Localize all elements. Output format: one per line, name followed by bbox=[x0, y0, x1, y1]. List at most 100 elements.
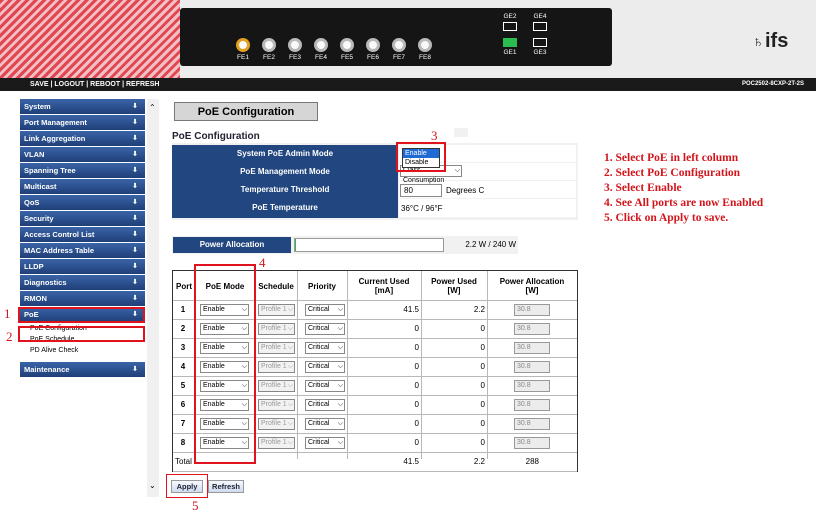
port-fe4: FE4 bbox=[312, 38, 330, 61]
power-used: 0 bbox=[480, 400, 485, 409]
chevron-down-icon: ⌵ bbox=[337, 344, 343, 351]
chevron-down-icon: ⬇ bbox=[132, 151, 138, 158]
chevron-down-icon: ⌵ bbox=[287, 420, 293, 427]
sidebar-item-lldp[interactable]: LLDP ⬇ bbox=[20, 259, 145, 275]
poe-temperature-value: 36°C / 96°F bbox=[401, 204, 443, 213]
poe-management-mode-label: PoE Management Mode bbox=[240, 167, 330, 176]
sfp-ge4: GE4 bbox=[530, 13, 550, 33]
instruction-line: 2. Select PoE Configuration bbox=[604, 167, 741, 179]
port-label: FE6 bbox=[367, 54, 379, 61]
chevron-down-icon: ⌵ bbox=[287, 382, 293, 389]
header-alloc: Power Allocation [W] bbox=[499, 277, 565, 295]
current-used: 0 bbox=[414, 381, 419, 390]
sfp-ge2: GE2 bbox=[500, 13, 520, 33]
sidebar-item-spanning-tree[interactable]: Spanning Tree ⬇ bbox=[20, 163, 145, 179]
annotation-4: 4 bbox=[259, 255, 266, 270]
admin-mode-option-enable[interactable]: Enable bbox=[403, 149, 439, 158]
row-divider bbox=[173, 471, 577, 472]
annotation-3: 3 bbox=[431, 128, 438, 143]
power-used: 0 bbox=[480, 343, 485, 352]
port-fe3: FE3 bbox=[286, 38, 304, 61]
sidebar-item-label: MAC Address Table bbox=[24, 246, 95, 255]
total-allocation: 288 bbox=[525, 457, 539, 466]
priority-value: Critical bbox=[308, 401, 330, 408]
chevron-down-icon: ⬇ bbox=[132, 199, 138, 206]
system-admin-mode-label: System PoE Admin Mode bbox=[236, 149, 334, 158]
priority-select[interactable]: Critical ⌵ bbox=[305, 380, 345, 392]
sidebar-item-diagnostics[interactable]: Diagnostics ⬇ bbox=[20, 275, 145, 291]
power-used: 0 bbox=[480, 381, 485, 390]
chevron-down-icon: ⌵ bbox=[287, 363, 293, 370]
rj45-port-icon bbox=[340, 38, 354, 52]
rj45-port-icon bbox=[288, 38, 302, 52]
highlight-poe-mode-column bbox=[194, 264, 256, 464]
port-label: FE1 bbox=[237, 54, 249, 61]
power-allocation-value: 2.2 W / 240 W bbox=[465, 240, 516, 249]
sidebar-item-mac-address-table[interactable]: MAC Address Table ⬇ bbox=[20, 243, 145, 259]
priority-select[interactable]: Critical ⌵ bbox=[305, 361, 345, 373]
power-used: 0 bbox=[480, 324, 485, 333]
scrollbar[interactable]: ⌃ ⌄ bbox=[147, 99, 159, 497]
priority-select[interactable]: Critical ⌵ bbox=[305, 304, 345, 316]
schedule-select: Profile 1 ⌵ bbox=[258, 361, 295, 373]
port-label: FE3 bbox=[289, 54, 301, 61]
refresh-button[interactable]: Refresh bbox=[208, 480, 244, 493]
port-fe6: FE6 bbox=[364, 38, 382, 61]
sidebar-item-label: Multicast bbox=[24, 182, 57, 191]
port-number: 8 bbox=[180, 438, 186, 447]
port-fe7: FE7 bbox=[390, 38, 408, 61]
power-allocation-input: 30.8 bbox=[514, 323, 550, 335]
sidebar-item-access-control-list[interactable]: Access Control List ⬇ bbox=[20, 227, 145, 243]
port-label: FE8 bbox=[419, 54, 431, 61]
chevron-down-icon: ⬇ bbox=[132, 279, 138, 286]
current-used: 0 bbox=[414, 438, 419, 447]
sidebar-item-link-aggregation[interactable]: Link Aggregation ⬇ bbox=[20, 131, 145, 147]
sidebar-item-label: QoS bbox=[24, 198, 40, 207]
annotation-5: 5 bbox=[192, 498, 199, 513]
rj45-port-icon bbox=[392, 38, 406, 52]
port-number: 1 bbox=[180, 305, 186, 314]
sidebar-item-security[interactable]: Security ⬇ bbox=[20, 211, 145, 227]
schedule-value: Profile 1 bbox=[261, 420, 287, 427]
logo-text: ifs bbox=[765, 30, 789, 52]
schedule-value: Profile 1 bbox=[261, 401, 287, 408]
placeholder-box bbox=[454, 128, 468, 137]
chevron-down-icon: ⌵ bbox=[337, 401, 343, 408]
sidebar-item-rmon[interactable]: RMON ⬇ bbox=[20, 291, 145, 307]
schedule-value: Profile 1 bbox=[261, 382, 287, 389]
current-used: 41.5 bbox=[403, 305, 419, 314]
priority-select[interactable]: Critical ⌵ bbox=[305, 323, 345, 335]
header-port: Port bbox=[176, 281, 192, 291]
priority-select[interactable]: Critical ⌵ bbox=[305, 342, 345, 354]
priority-select[interactable]: Critical ⌵ bbox=[305, 399, 345, 411]
admin-mode-option-disable[interactable]: Disable bbox=[403, 158, 439, 167]
scroll-up-icon[interactable]: ⌃ bbox=[149, 103, 156, 112]
schedule-value: Profile 1 bbox=[261, 344, 287, 351]
priority-select[interactable]: Critical ⌵ bbox=[305, 437, 345, 449]
priority-value: Critical bbox=[308, 420, 330, 427]
header-pattern bbox=[0, 0, 180, 78]
sidebar-subitem-pd-alive-check[interactable]: PD Alive Check bbox=[20, 345, 145, 356]
schedule-select: Profile 1 ⌵ bbox=[258, 380, 295, 392]
admin-mode-dropdown[interactable]: Enable Disable bbox=[402, 148, 440, 168]
port-fe5: FE5 bbox=[338, 38, 356, 61]
port-fe1: FE1 bbox=[234, 38, 252, 61]
scroll-down-icon[interactable]: ⌄ bbox=[149, 481, 156, 490]
toolbar-links[interactable]: SAVE | LOGOUT | REBOOT | REFRESH bbox=[30, 81, 159, 88]
schedule-select: Profile 1 ⌵ bbox=[258, 418, 295, 430]
sidebar-item-maintenance[interactable]: Maintenance ⬇ bbox=[20, 362, 145, 378]
sidebar-item-multicast[interactable]: Multicast ⬇ bbox=[20, 179, 145, 195]
port-label: FE2 bbox=[263, 54, 275, 61]
sidebar-item-system[interactable]: System ⬇ bbox=[20, 99, 145, 115]
priority-select[interactable]: Critical ⌵ bbox=[305, 418, 345, 430]
chevron-down-icon: ⌵ bbox=[287, 325, 293, 332]
sidebar-item-label: Security bbox=[24, 214, 54, 223]
temperature-threshold-input[interactable]: 80 bbox=[400, 184, 442, 197]
sidebar-item-port-management[interactable]: Port Management ⬇ bbox=[20, 115, 145, 131]
port-number: 7 bbox=[180, 419, 186, 428]
sidebar-item-vlan[interactable]: VLAN ⬇ bbox=[20, 147, 145, 163]
sidebar-item-qos[interactable]: QoS ⬇ bbox=[20, 195, 145, 211]
power-used: 0 bbox=[480, 362, 485, 371]
instruction-line: 5. Click on Apply to save. bbox=[604, 212, 729, 224]
chevron-down-icon: ⬇ bbox=[132, 183, 138, 190]
